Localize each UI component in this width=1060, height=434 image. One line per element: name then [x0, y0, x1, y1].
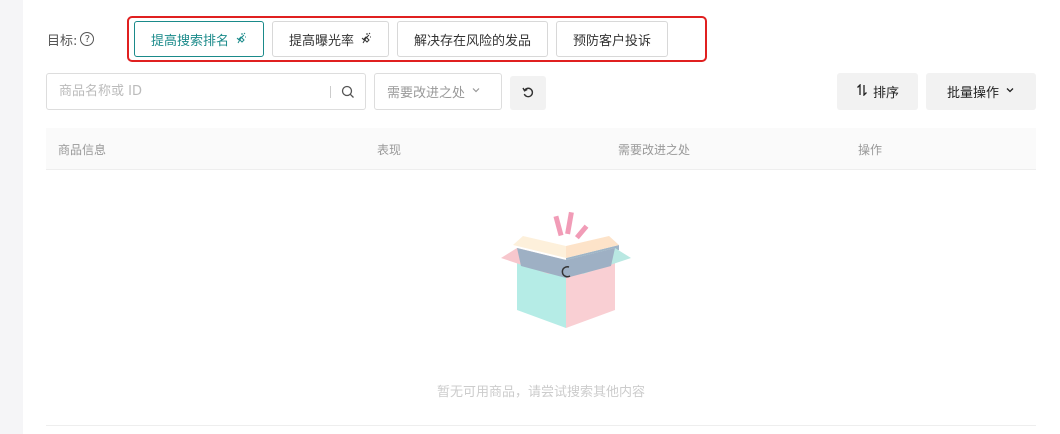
tab-improve-exposure[interactable]: 提高曝光率: [272, 21, 390, 57]
improvement-filter-select[interactable]: 需要改进之处: [374, 73, 502, 110]
empty-message: 暂无可用商品，请尝试搜索其他内容: [436, 385, 645, 400]
table-header: 商品信息 表现 需要改进之处 操作: [46, 128, 1036, 170]
sort-label: 排序: [872, 86, 899, 101]
tab-improve-search-ranking[interactable]: 提高搜索排名: [134, 21, 265, 57]
goal-label-text: 目标:: [47, 33, 78, 49]
tab-label: 解决存在风险的发品: [414, 33, 532, 49]
batch-label: 批量操作: [946, 86, 999, 101]
main-card: 目标: ? 提高搜索排名 提高曝光率 解决存在风险的发品 预防客户投诉 商品名称…: [23, 0, 1060, 434]
column-performance: 表现: [377, 143, 402, 157]
tab-resolve-risky-listings[interactable]: 解决存在风险的发品: [397, 21, 549, 57]
batch-actions-button[interactable]: 批量操作: [926, 73, 1036, 110]
tab-label: 预防客户投诉: [573, 33, 652, 49]
search-input[interactable]: [47, 74, 330, 109]
tab-label: 提高曝光率: [289, 33, 355, 49]
help-icon[interactable]: ?: [80, 32, 95, 46]
toolbar: 需要改进之处 排序 批量操作: [46, 73, 1036, 110]
chevron-down-icon: [471, 84, 481, 99]
filter-placeholder: 需要改进之处: [387, 86, 466, 101]
refresh-icon: [521, 84, 535, 103]
column-product-info: 商品信息: [58, 143, 107, 157]
search-box: [46, 73, 366, 110]
search-icon[interactable]: [331, 85, 365, 99]
goal-label: 目标: ?: [47, 30, 95, 49]
sort-icon: [856, 82, 868, 100]
sort-button[interactable]: 排序: [837, 73, 918, 110]
sparkle-icon: [235, 32, 247, 47]
tab-prevent-complaints[interactable]: 预防客户投诉: [556, 21, 669, 57]
goal-row: 目标: ? 提高搜索排名 提高曝光率 解决存在风险的发品 预防客户投诉: [47, 16, 707, 62]
goal-tabs: 提高搜索排名 提高曝光率 解决存在风险的发品 预防客户投诉: [134, 21, 669, 57]
column-improvement: 需要改进之处: [618, 143, 691, 157]
tab-label: 提高搜索排名: [151, 33, 230, 49]
refresh-button[interactable]: [510, 76, 546, 110]
empty-state: 暂无可用商品，请尝试搜索其他内容: [46, 170, 1036, 426]
sparkle-icon: [360, 32, 372, 47]
chevron-down-icon: [1005, 84, 1015, 99]
empty-box-illustration: [501, 210, 631, 335]
column-actions: 操作: [858, 143, 883, 157]
